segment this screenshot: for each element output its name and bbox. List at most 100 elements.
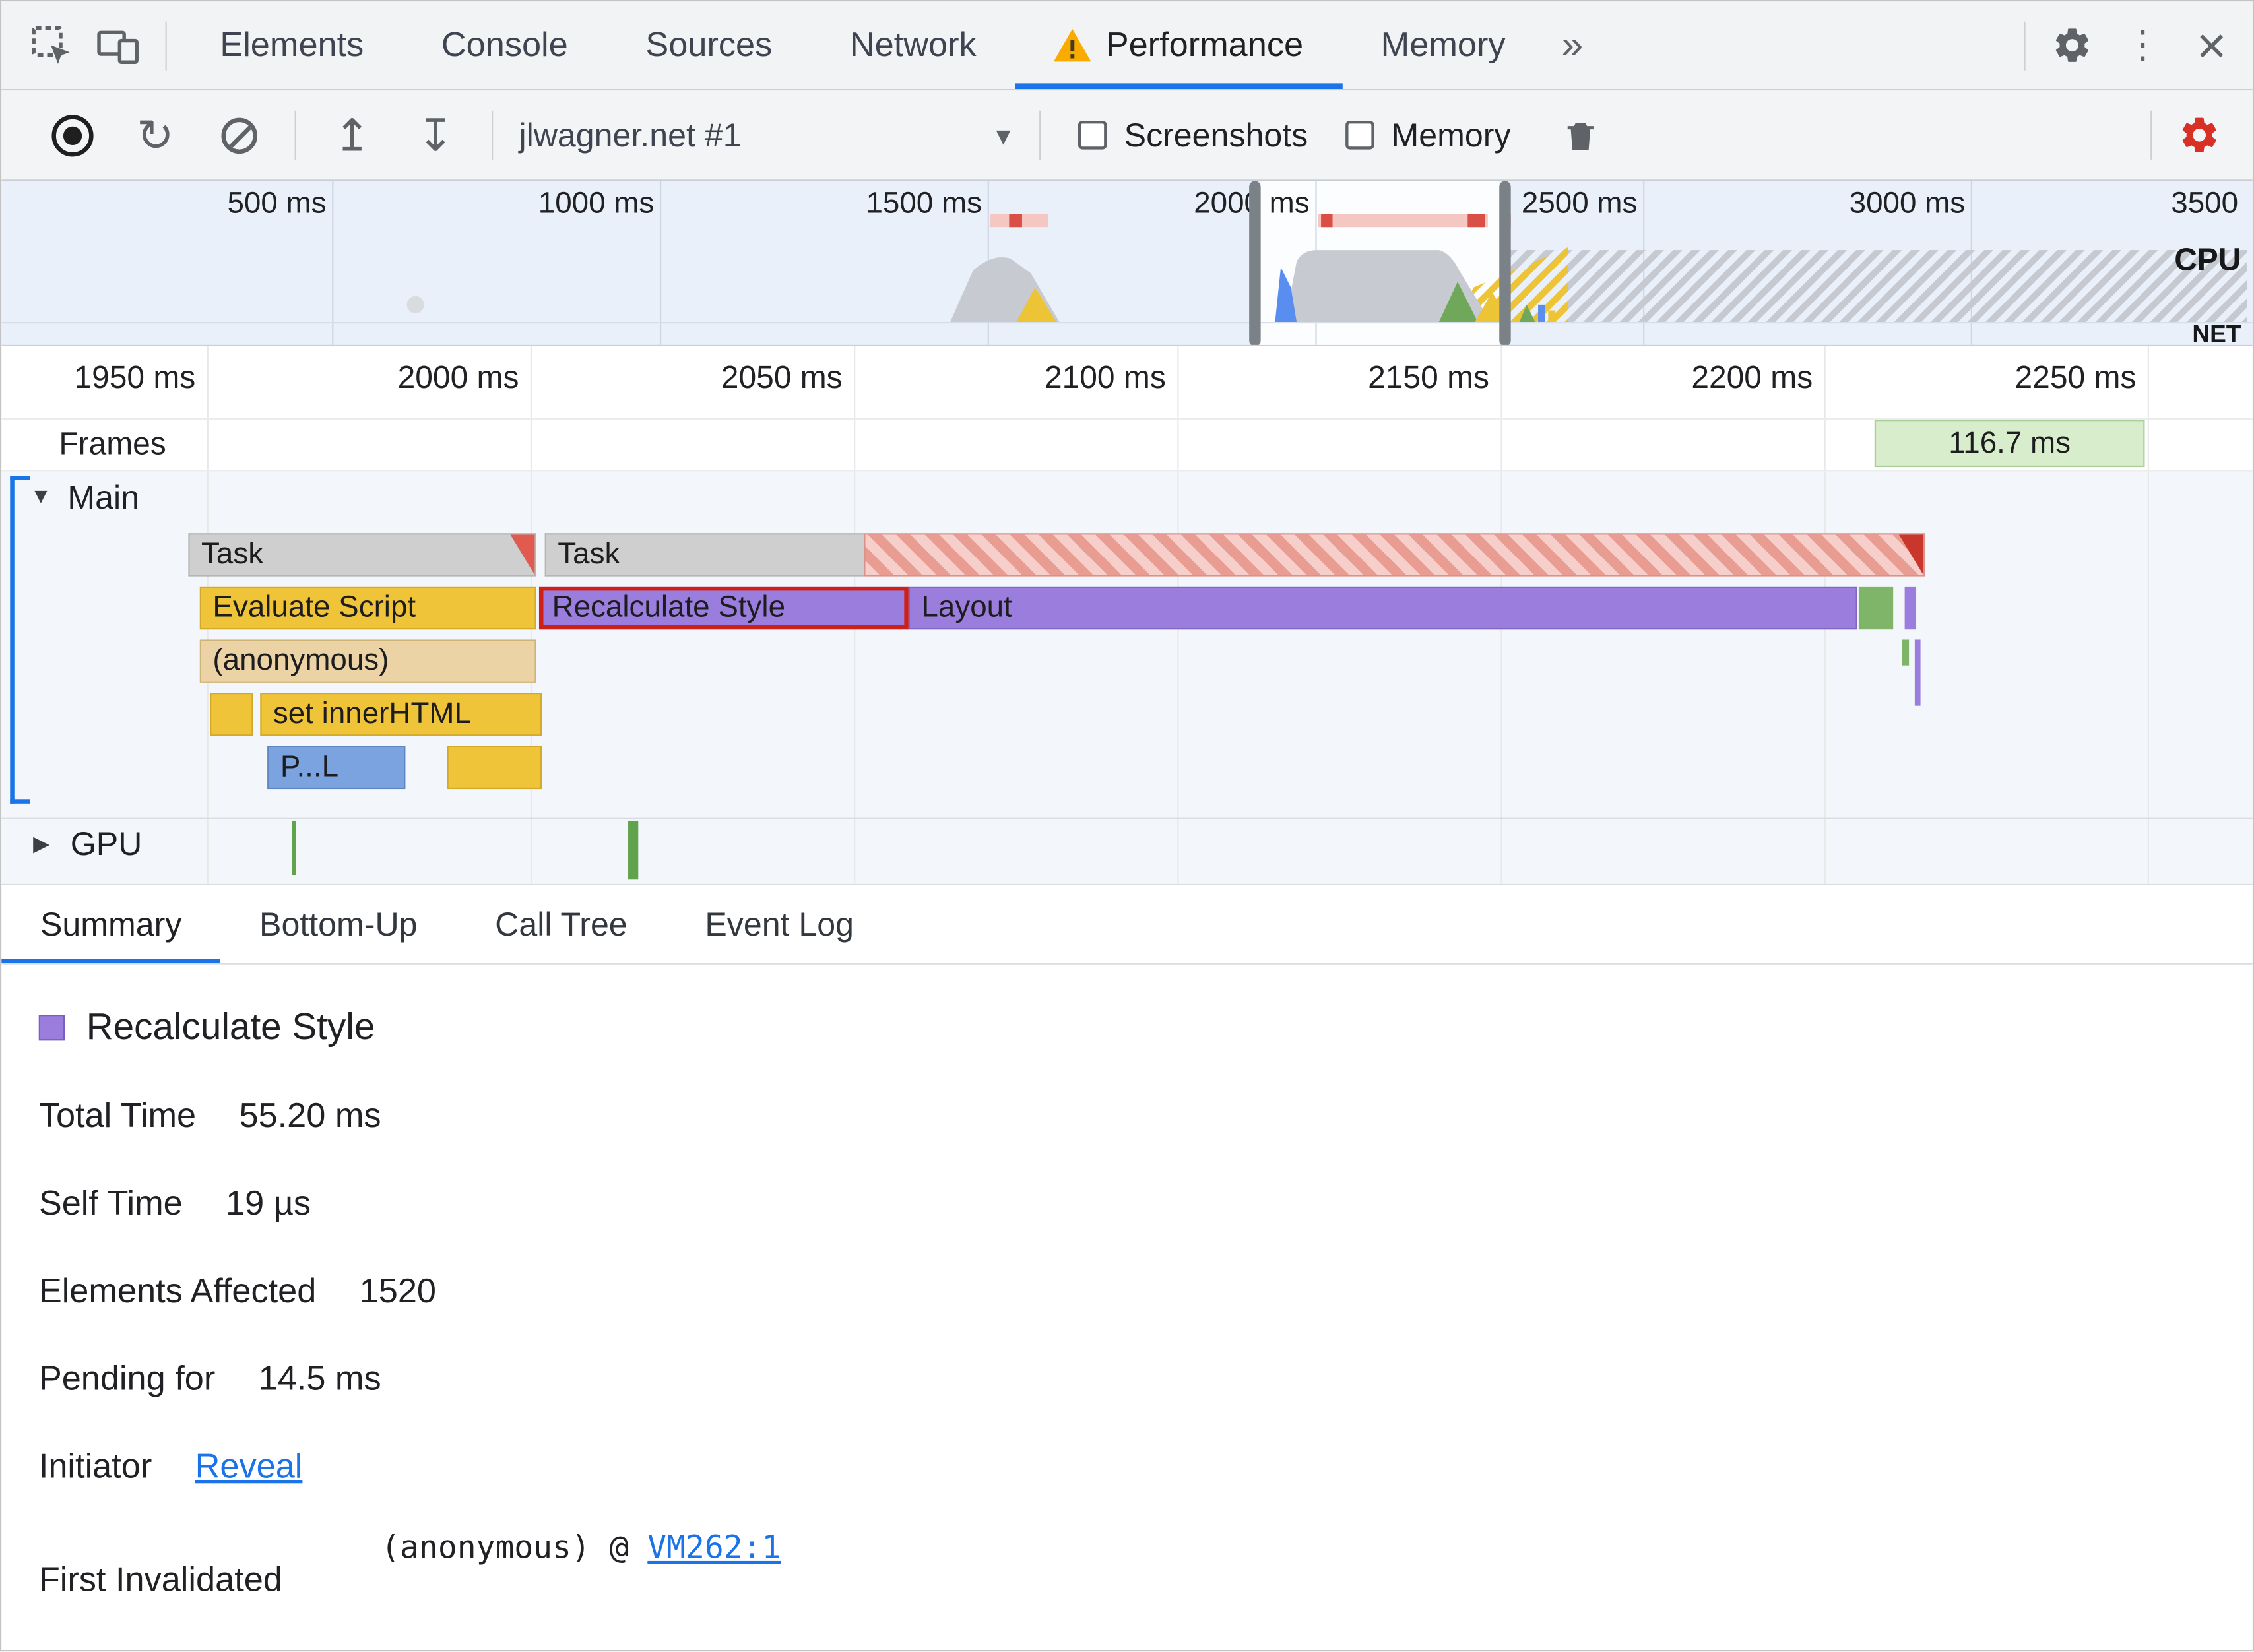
separator — [165, 20, 167, 70]
stack-trace: (anonymous) @ VM262:1 — [381, 1531, 781, 1566]
separator — [1039, 110, 1041, 160]
ruler-label: 1950 ms — [74, 359, 196, 396]
save-profile-button[interactable]: ↧ — [394, 90, 477, 180]
flame-bar-recalculate-style-selected[interactable]: Recalculate Style — [538, 586, 909, 630]
initiator-reveal-link[interactable]: Reveal — [195, 1447, 303, 1486]
first-invalidated-row: First Invalidated (anonymous) @ VM262:1 — [39, 1531, 2253, 1601]
collapse-triangle-icon[interactable]: ▼ — [30, 484, 51, 509]
flame-bar-script[interactable] — [210, 693, 253, 736]
flame-bar-label: P...L — [280, 750, 339, 784]
inspect-element-button[interactable] — [18, 13, 84, 79]
overview-ruler-label: 2000 ms — [1194, 187, 1310, 220]
long-task-marker — [1318, 214, 1488, 228]
memory-checkbox[interactable] — [1345, 120, 1374, 150]
more-tabs-button[interactable]: » — [1544, 23, 1600, 68]
expand-triangle-icon[interactable]: ▶ — [33, 831, 49, 856]
flame-bar-small[interactable] — [1902, 639, 1910, 666]
separator — [492, 110, 494, 160]
cpu-activity-chart — [406, 247, 2247, 322]
profile-select[interactable]: jlwagner.net #1 ▾ — [507, 110, 1025, 161]
tab-call-tree[interactable]: Call Tree — [456, 885, 666, 963]
gpu-track-label[interactable]: GPU — [71, 825, 143, 864]
menu-button[interactable]: ⋮ — [2106, 23, 2179, 68]
long-task-flag-icon — [1898, 534, 1923, 575]
flame-bar-task[interactable]: Task — [188, 533, 536, 577]
main-track-label[interactable]: Main — [67, 478, 139, 517]
stack-source-link[interactable]: VM262:1 — [647, 1531, 781, 1566]
device-toolbar-button[interactable] — [85, 13, 151, 79]
long-task-marker — [1321, 214, 1333, 228]
separator — [294, 110, 296, 160]
flame-bar-task[interactable]: Task — [544, 533, 864, 577]
ruler-label: 2200 ms — [1691, 359, 1813, 396]
elements-affected-value: 1520 — [359, 1272, 436, 1311]
flame-chart-area[interactable]: 1950 ms 2000 ms 2050 ms 2100 ms 2150 ms … — [1, 346, 2253, 884]
frame-duration-block[interactable]: 116.7 ms — [1874, 420, 2145, 468]
settings-button[interactable] — [2040, 13, 2106, 79]
tab-summary[interactable]: Summary — [1, 885, 220, 963]
capture-settings-button[interactable] — [2166, 102, 2232, 168]
elements-affected-row: Elements Affected 1520 — [39, 1272, 2253, 1312]
event-legend: Recalculate Style — [38, 1005, 2253, 1050]
long-task-marker — [1467, 214, 1485, 228]
tab-sources[interactable]: Sources — [607, 1, 811, 89]
stack-frame-text: (anonymous) @ — [381, 1531, 648, 1567]
details-tab-bar: Summary Bottom-Up Call Tree Event Log — [1, 883, 2253, 965]
tab-memory[interactable]: Memory — [1342, 1, 1544, 89]
pending-for-row: Pending for 14.5 ms — [39, 1360, 2253, 1400]
separator — [2024, 20, 2026, 70]
ruler-label: 2100 ms — [1044, 359, 1166, 396]
flame-bar-long-task[interactable] — [864, 533, 1925, 577]
flame-bar-small[interactable] — [1904, 586, 1917, 630]
devtools-tab-bar: Elements Console Sources Network Perform… — [1, 1, 2253, 91]
overview-ruler-label: 1500 ms — [866, 187, 982, 220]
flame-bar-profile-call[interactable]: P...L — [267, 746, 406, 790]
flame-bar-layout[interactable]: Layout — [908, 586, 1857, 630]
tab-event-log[interactable]: Event Log — [666, 885, 893, 963]
ruler-label: 2250 ms — [2014, 359, 2137, 396]
flame-bar-label: Recalculate Style — [552, 590, 786, 624]
screenshots-label[interactable]: Screenshots — [1124, 115, 1308, 154]
close-button[interactable]: × — [2179, 15, 2253, 75]
overview-window-handle-left[interactable] — [1249, 181, 1261, 345]
clear-button[interactable] — [197, 90, 280, 180]
timeline-overview[interactable]: 500 ms 1000 ms 1500 ms 2000 ms 2500 ms 3… — [1, 181, 2253, 347]
tab-network[interactable]: Network — [811, 1, 1015, 89]
frames-track-label[interactable]: Frames — [59, 426, 166, 463]
flame-bar-evaluate-script[interactable]: Evaluate Script — [199, 586, 536, 630]
separator — [1, 817, 2253, 819]
separator — [2150, 110, 2152, 160]
clear-icon — [220, 117, 257, 154]
memory-label[interactable]: Memory — [1392, 115, 1511, 154]
tab-elements[interactable]: Elements — [181, 1, 402, 89]
warning-icon — [1054, 28, 1091, 62]
cpu-strip-label: CPU — [2174, 241, 2241, 278]
overview-window-handle-right[interactable] — [1499, 181, 1511, 345]
total-time-value: 55.20 ms — [239, 1096, 381, 1136]
tab-console[interactable]: Console — [402, 1, 606, 89]
elements-affected-label: Elements Affected — [38, 1272, 317, 1311]
flame-bar-set-innerhtml[interactable]: set innerHTML — [260, 693, 542, 736]
trash-icon — [1568, 122, 1594, 150]
flame-bar-label: Evaluate Script — [212, 590, 416, 624]
performance-toolbar: ↻ ↥ ↧ jlwagner.net #1 ▾ Screenshots Memo… — [1, 90, 2253, 181]
tab-performance[interactable]: Performance — [1015, 1, 1341, 89]
flame-bar-paint[interactable] — [1858, 586, 1894, 630]
flame-bar-label: Task — [201, 537, 264, 571]
first-invalidated-label: First Invalidated — [38, 1560, 282, 1600]
flame-bar-script[interactable] — [447, 746, 542, 790]
tab-bottom-up[interactable]: Bottom-Up — [220, 885, 456, 963]
delete-recording-button[interactable] — [1548, 102, 1614, 168]
inspect-icon — [32, 25, 70, 63]
gpu-activity-tick — [628, 820, 639, 880]
flame-bar-small[interactable] — [1914, 639, 1921, 706]
reload-and-record-button[interactable]: ↻ — [113, 90, 197, 180]
flame-bar-anonymous[interactable]: (anonymous) — [199, 639, 536, 683]
load-profile-button[interactable]: ↥ — [311, 90, 394, 180]
device-toolbar-icon — [97, 30, 139, 63]
flame-bar-label: set innerHTML — [273, 697, 471, 730]
record-button[interactable] — [30, 90, 113, 180]
frame-duration-label: 116.7 ms — [1948, 426, 2071, 460]
screenshots-checkbox[interactable] — [1078, 120, 1107, 150]
initiator-row: Initiator Reveal — [39, 1447, 2253, 1488]
